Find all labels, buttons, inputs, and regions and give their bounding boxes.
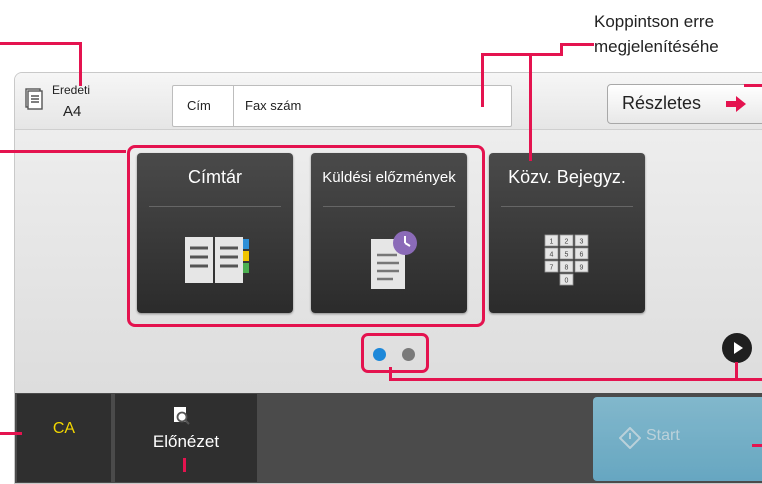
- page-dot-active[interactable]: [373, 348, 386, 361]
- arrow-right-icon: [726, 96, 746, 112]
- original-label: Eredeti: [52, 83, 91, 97]
- keypad-key: 2: [565, 239, 569, 246]
- original-size[interactable]: A4: [63, 103, 81, 120]
- callout-line-1: Koppintson erre: [594, 12, 715, 31]
- keypad-key: 3: [580, 239, 584, 246]
- tile-send-history[interactable]: Küldési előzmények: [311, 153, 467, 313]
- tile-direct-entry-label: Közv. Bejegyz.: [508, 167, 626, 187]
- tile-separator: [501, 206, 633, 207]
- tile-send-history-label: Küldési előzmények: [322, 169, 456, 186]
- fax-number-placeholder: Fax szám: [245, 98, 302, 113]
- keypad-key: 6: [580, 252, 584, 259]
- callout-text: Koppintson erre megjelenítéséhe: [594, 9, 719, 59]
- preview-button-label: Előnézet: [152, 432, 220, 451]
- magnifier-icon: [174, 407, 190, 425]
- tile-separator: [323, 206, 455, 207]
- preview-button[interactable]: Előnézet: [115, 394, 257, 482]
- ca-button-label: CA: [52, 420, 76, 437]
- keypad-key: 0: [565, 278, 569, 285]
- page-dot-inactive[interactable]: [402, 348, 415, 361]
- footer-bar: CA Előnézet Start: [15, 393, 762, 483]
- keypad-key: 9: [580, 265, 584, 272]
- callout-line: [735, 362, 738, 378]
- callout-line: [0, 432, 22, 435]
- original-document-icon: [25, 88, 43, 110]
- details-button[interactable]: Részletes: [607, 84, 762, 124]
- callout-line: [744, 84, 762, 87]
- callout-line: [560, 43, 594, 46]
- page-indicator[interactable]: [361, 333, 429, 373]
- keypad-key: 1: [550, 239, 554, 246]
- callout-line: [0, 150, 126, 153]
- callout-line: [481, 53, 484, 107]
- callout-line-2: megjelenítéséhe: [594, 37, 719, 56]
- callout-line: [481, 53, 562, 56]
- address-book-icon: [185, 237, 249, 283]
- keypad-key: 4: [550, 252, 554, 259]
- header-bar: Eredeti A4 Cím Fax szám Részletes: [15, 73, 762, 130]
- keypad-key: 8: [565, 265, 569, 272]
- details-button-label: Részletes: [622, 93, 702, 113]
- address-label: Cím: [173, 86, 234, 126]
- start-button[interactable]: Start: [593, 397, 762, 481]
- tile-separator: [149, 206, 281, 207]
- callout-line: [752, 444, 762, 447]
- address-field[interactable]: Cím Fax szám: [172, 85, 512, 127]
- start-button-label: Start: [646, 427, 680, 444]
- keypad-icon: 1 2 3 4 5 6 7 8 9 0: [544, 234, 589, 286]
- tile-direct-entry[interactable]: Közv. Bejegyz. 1 2 3 4 5 6 7 8 9 0: [489, 153, 645, 313]
- callout-line: [79, 42, 82, 86]
- callout-line: [529, 53, 532, 161]
- start-icon: [619, 427, 641, 449]
- keypad-key: 7: [550, 265, 554, 272]
- ca-button[interactable]: CA: [17, 394, 111, 482]
- tile-address-book-label: Címtár: [188, 167, 242, 187]
- callout-line: [183, 458, 186, 472]
- send-history-icon: [371, 231, 417, 289]
- callout-line: [0, 42, 82, 45]
- keypad-key: 5: [565, 252, 569, 259]
- fax-easy-screen: Eredeti A4 Cím Fax szám Részletes Címtár: [14, 72, 762, 484]
- callout-line: [389, 378, 762, 381]
- next-page-button[interactable]: [722, 333, 752, 363]
- tile-address-book[interactable]: Címtár: [137, 153, 293, 313]
